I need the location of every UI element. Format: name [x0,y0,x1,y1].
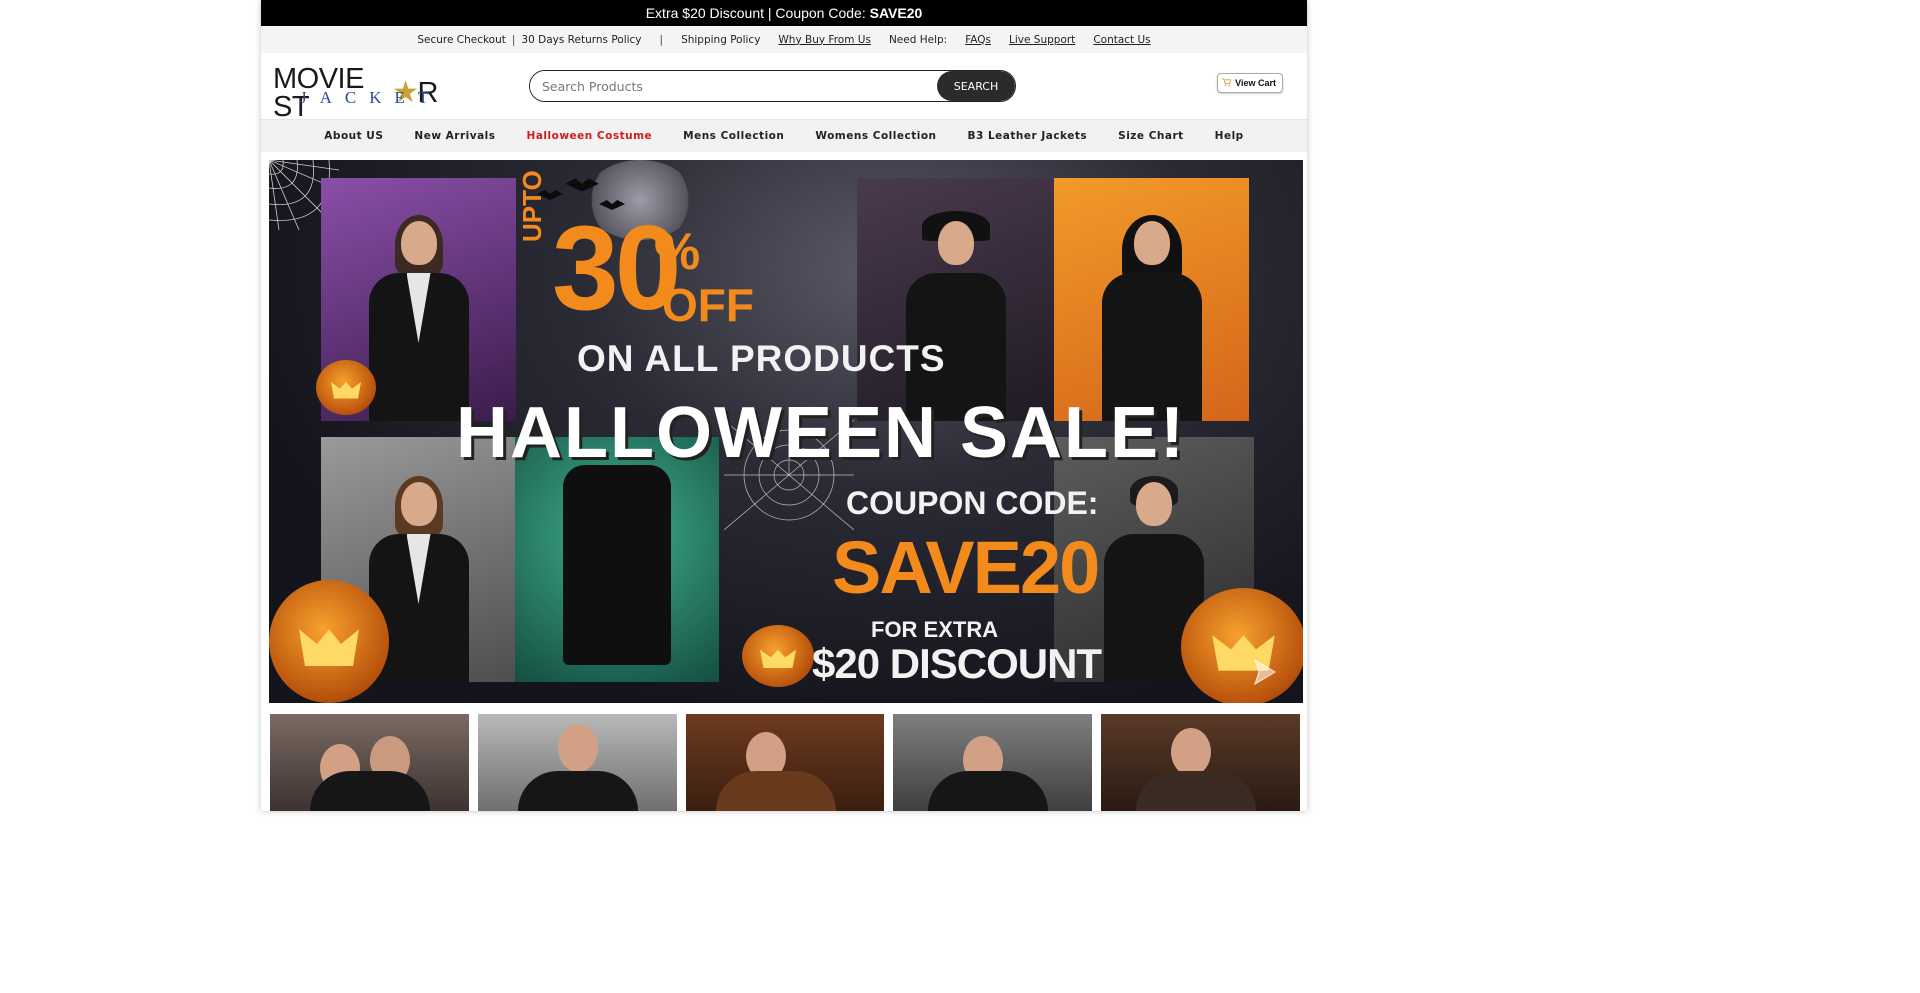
nav-b3-leather-jackets[interactable]: B3 Leather Jackets [968,130,1088,142]
nav-help[interactable]: Help [1215,130,1244,142]
banner-coupon-code: SAVE20 [832,526,1100,609]
banner-off: OFF [662,279,754,331]
category-thumbnails [270,714,1300,811]
site-logo[interactable]: MOVIE ST ★ R JACKET [273,65,442,122]
category-thumbnail[interactable] [477,714,677,811]
separator: | [659,33,664,46]
next-arrow-icon[interactable] [1249,656,1279,688]
model-panel [857,178,1055,421]
banner-on-all-products: ON ALL PRODUCTS [577,338,946,379]
category-thumbnail[interactable] [685,714,885,811]
page: Extra $20 Discount | Coupon Code: SAVE20… [261,0,1307,811]
search-button[interactable]: SEARCH [937,71,1015,101]
separator: | [511,33,516,46]
banner-percent-sign: % [654,223,701,281]
category-thumbnail[interactable] [270,714,469,811]
banner-headline: HALLOWEEN SALE! [456,393,1186,473]
promo-code: SAVE20 [869,5,923,21]
need-help-label: Need Help: [888,33,948,46]
why-buy-link[interactable]: Why Buy From Us [778,34,871,46]
pumpkin-graphic [742,625,814,687]
promo-bar: Extra $20 Discount | Coupon Code: SAVE20 [261,0,1307,26]
pumpkin-graphic [1181,588,1303,703]
category-thumbnail[interactable] [893,714,1093,811]
pumpkin-graphic [269,580,389,703]
live-support-link[interactable]: Live Support [1009,34,1075,46]
faqs-link[interactable]: FAQs [965,34,991,46]
nav-womens-collection[interactable]: Womens Collection [815,130,936,142]
search-input[interactable] [530,71,937,101]
cart-icon [1222,78,1231,87]
info-bar: Secure Checkout | 30 Days Returns Policy… [261,26,1307,53]
banner-upto: UPTO [517,170,547,242]
category-thumbnail[interactable] [1101,714,1300,811]
search-bar: SEARCH [529,70,1016,102]
promo-text: Extra $20 Discount | Coupon Code: [645,5,870,21]
nav-mens-collection[interactable]: Mens Collection [683,130,784,142]
nav-about-us[interactable]: About US [324,130,383,142]
main-nav: About US New Arrivals Halloween Costume … [261,119,1307,152]
banner-coupon-label: COUPON CODE: [846,485,1099,521]
secure-checkout-text: Secure Checkout [417,33,506,46]
shipping-policy-link[interactable]: Shipping Policy [681,34,760,46]
view-cart-button[interactable]: View Cart [1217,73,1283,93]
logo-subtitle: JACKET [300,88,442,107]
nav-size-chart[interactable]: Size Chart [1118,130,1184,142]
site-header: MOVIE ST★R JACKET SEARCH View Cart [261,53,1307,122]
contact-us-link[interactable]: Contact Us [1093,34,1150,46]
hero-banner[interactable]: UPTO 30 % OFF ON ALL PRODUCTS HALLOWEEN … [269,160,1303,703]
pumpkin-graphic [316,360,376,415]
model-panel [1054,178,1249,421]
nav-halloween-costume[interactable]: Halloween Costume [527,130,653,142]
cart-label: View Cart [1235,78,1276,88]
banner-discount: $20 DISCOUNT [812,640,1102,687]
returns-policy-link[interactable]: 30 Days Returns Policy [521,34,641,46]
nav-new-arrivals[interactable]: New Arrivals [414,130,495,142]
